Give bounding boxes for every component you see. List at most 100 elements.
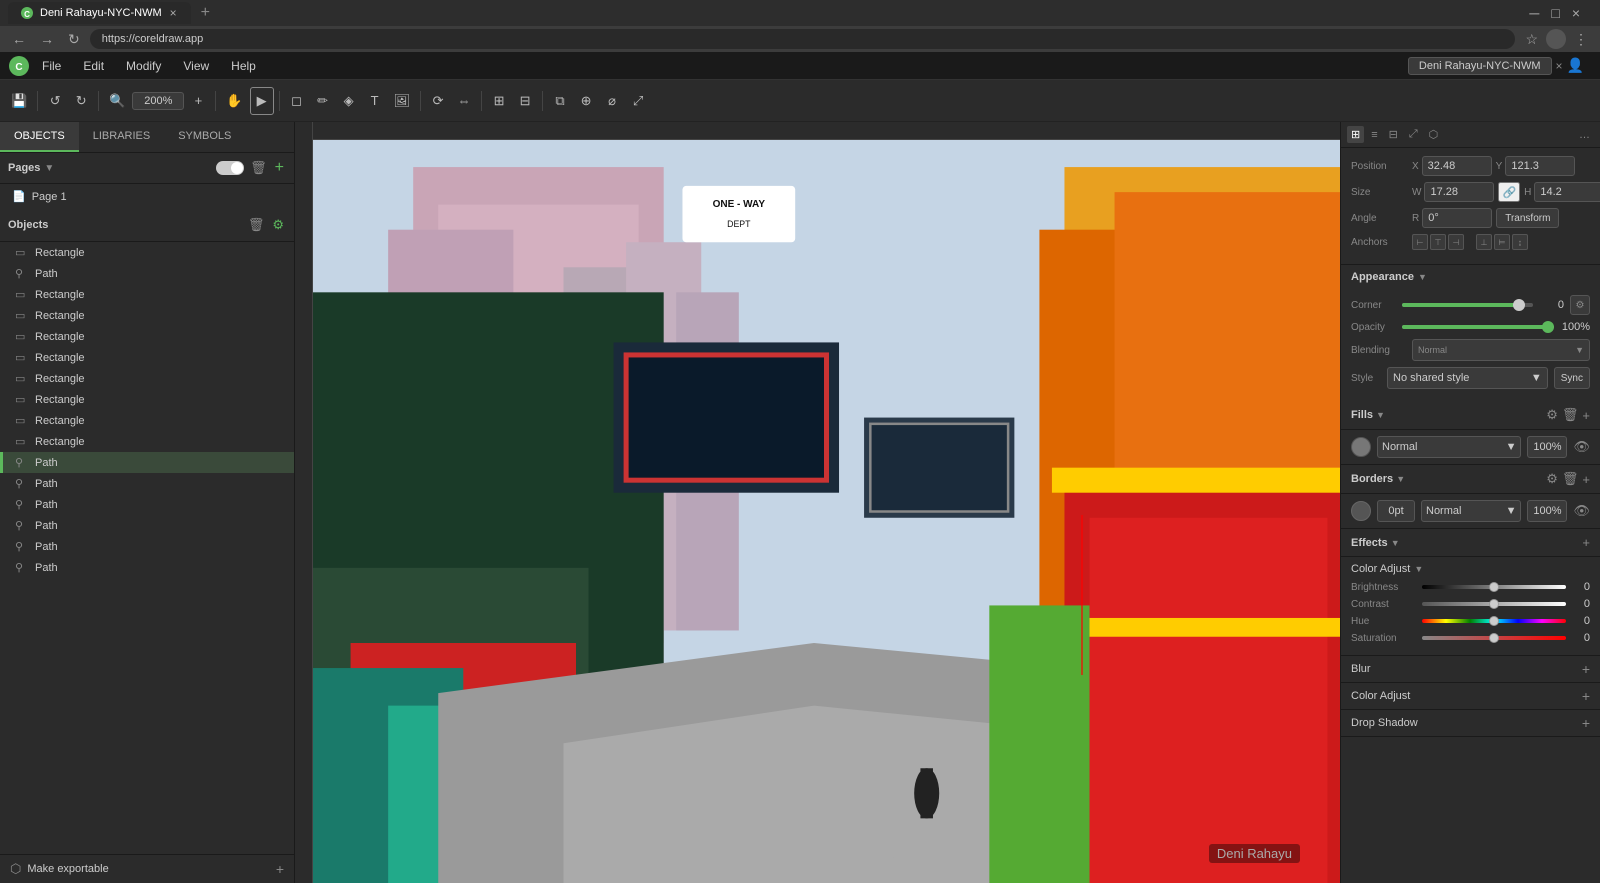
- new-tab-button[interactable]: +: [195, 4, 216, 22]
- w-input[interactable]: [1424, 182, 1494, 202]
- maximize-button[interactable]: □: [1547, 3, 1563, 23]
- fills-settings-button[interactable]: ⚙: [1546, 407, 1558, 423]
- list-item[interactable]: ▭ Rectangle: [0, 347, 294, 368]
- redo-button[interactable]: ↻: [69, 87, 93, 115]
- effects-add-button[interactable]: +: [1582, 535, 1590, 550]
- list-item[interactable]: ▭ Rectangle: [0, 410, 294, 431]
- style-dropdown[interactable]: No shared style ▼: [1387, 367, 1548, 389]
- tab-libraries[interactable]: LIBRARIES: [79, 122, 164, 152]
- blur-add-button[interactable]: +: [1582, 661, 1590, 677]
- menu-view[interactable]: View: [173, 56, 219, 76]
- group-button[interactable]: ⧉: [548, 87, 572, 115]
- angle-input[interactable]: [1422, 208, 1492, 228]
- rotate-button[interactable]: ⟳: [426, 87, 450, 115]
- canvas-area[interactable]: ONE - WAY DEPT 050517 Deni Rahayu: [295, 122, 1340, 883]
- node-tool-button[interactable]: ◈: [337, 87, 361, 115]
- contrast-slider[interactable]: [1422, 602, 1566, 606]
- menu-help[interactable]: Help: [221, 56, 266, 76]
- objects-settings-button[interactable]: ⚙: [270, 215, 286, 235]
- anchor-tc[interactable]: ⊤: [1430, 234, 1446, 250]
- list-item[interactable]: ▭ Rectangle: [0, 326, 294, 347]
- browser-tab-active[interactable]: C Deni Rahayu-NYC-NWM ×: [8, 2, 191, 24]
- objects-delete-button[interactable]: 🗑: [246, 215, 267, 235]
- transform-view-button[interactable]: ⤢: [1405, 126, 1422, 143]
- list-item[interactable]: ▭ Rectangle: [0, 284, 294, 305]
- boolean-button[interactable]: ⊕: [574, 87, 598, 115]
- appearance-header[interactable]: Appearance ▼: [1341, 265, 1600, 289]
- shape-tool-button[interactable]: ◻: [285, 87, 309, 115]
- x-input[interactable]: [1422, 156, 1492, 176]
- transform-button2[interactable]: ⤢: [626, 87, 650, 115]
- bookmark-button[interactable]: ☆: [1521, 29, 1542, 50]
- list-item-selected[interactable]: ⚲ Path: [0, 452, 294, 473]
- borders-delete-button[interactable]: 🗑: [1562, 471, 1579, 487]
- color-adjust-header[interactable]: Color Adjust ▼: [1351, 563, 1590, 575]
- list-item[interactable]: ⚲ Path: [0, 494, 294, 515]
- anchor-bc[interactable]: ⊨: [1494, 234, 1510, 250]
- drop-shadow-add-button[interactable]: +: [1582, 715, 1590, 731]
- align-button[interactable]: ⊞: [487, 87, 511, 115]
- fill-mode-dropdown[interactable]: Normal ▼: [1377, 436, 1521, 458]
- list-item[interactable]: ⚲ Path: [0, 557, 294, 578]
- list-item[interactable]: ⚲ Path: [0, 536, 294, 557]
- make-exportable-icon[interactable]: ⬡: [10, 861, 21, 877]
- anchor-tr[interactable]: ⊣: [1448, 234, 1464, 250]
- size-link-button[interactable]: 🔗: [1498, 182, 1520, 202]
- text-tool-button[interactable]: T: [363, 87, 387, 115]
- close-doc-button[interactable]: ×: [1556, 59, 1563, 73]
- profile-icon-button[interactable]: 👤: [1567, 57, 1584, 74]
- border-color-swatch[interactable]: [1351, 501, 1371, 521]
- tab-close-button[interactable]: ×: [168, 6, 179, 20]
- borders-add-button[interactable]: +: [1582, 471, 1590, 487]
- h-input[interactable]: [1534, 182, 1600, 202]
- make-exportable[interactable]: ⬡ Make exportable +: [0, 854, 294, 883]
- fill-visibility-button[interactable]: 👁: [1573, 439, 1590, 455]
- list-item[interactable]: ⚲ Path: [0, 515, 294, 536]
- menu-modify[interactable]: Modify: [116, 56, 171, 76]
- close-window-button[interactable]: ×: [1568, 3, 1584, 23]
- blending-dropdown[interactable]: Normal ▼: [1412, 339, 1590, 361]
- border-mode-dropdown[interactable]: Normal ▼: [1421, 500, 1521, 522]
- list-item[interactable]: ⚲ Path: [0, 473, 294, 494]
- menu-edit[interactable]: Edit: [73, 56, 114, 76]
- url-bar[interactable]: [90, 29, 1516, 49]
- list-item[interactable]: ▭ Rectangle: [0, 431, 294, 452]
- list-item[interactable]: ▭ Rectangle: [0, 389, 294, 410]
- list-item[interactable]: ▭ Rectangle: [0, 242, 294, 263]
- saturation-slider[interactable]: [1422, 636, 1566, 640]
- border-visibility-button[interactable]: 👁: [1573, 503, 1590, 519]
- tab-symbols[interactable]: SYMBOLS: [164, 122, 245, 152]
- export-view-button[interactable]: ⬡: [1425, 126, 1443, 143]
- fills-add-button[interactable]: +: [1582, 407, 1590, 423]
- add-export-button[interactable]: +: [276, 861, 284, 877]
- doc-title-badge[interactable]: Deni Rahayu-NYC-NWM: [1408, 57, 1552, 75]
- undo-button[interactable]: ↺: [43, 87, 67, 115]
- refresh-button[interactable]: ↻: [64, 29, 84, 50]
- pen-tool-button[interactable]: ✏: [311, 87, 335, 115]
- toggle-switch[interactable]: [216, 157, 244, 179]
- pages-add-button[interactable]: +: [273, 157, 286, 179]
- zoom-out-button[interactable]: 🔍: [104, 87, 130, 115]
- color-adjust-2-add-button[interactable]: +: [1582, 688, 1590, 704]
- toggle-track[interactable]: [216, 161, 244, 175]
- pages-delete-button[interactable]: 🗑: [248, 157, 269, 179]
- back-button[interactable]: ←: [8, 29, 30, 49]
- zoom-in-button[interactable]: +: [186, 87, 210, 115]
- list-item[interactable]: ⚲ Path: [0, 263, 294, 284]
- corner-slider[interactable]: [1402, 303, 1533, 307]
- anchor-br[interactable]: ↨: [1512, 234, 1528, 250]
- flip-h-button[interactable]: ⇔: [452, 87, 476, 115]
- save-button[interactable]: 💾: [6, 87, 32, 115]
- distribute-button[interactable]: ⊟: [513, 87, 537, 115]
- hue-slider[interactable]: [1422, 619, 1566, 623]
- transform-button[interactable]: Transform: [1496, 208, 1559, 228]
- opacity-slider[interactable]: [1402, 325, 1554, 329]
- list-item[interactable]: ▭ Rectangle: [0, 368, 294, 389]
- anchor-tl[interactable]: ⊢: [1412, 234, 1428, 250]
- fill-color-swatch[interactable]: [1351, 437, 1371, 457]
- profile-button[interactable]: [1546, 29, 1566, 49]
- anchor-bl[interactable]: ⊥: [1476, 234, 1492, 250]
- grid-view-button[interactable]: ≡: [1367, 127, 1381, 143]
- borders-settings-button[interactable]: ⚙: [1546, 471, 1558, 487]
- pan-button[interactable]: ✋: [221, 87, 247, 115]
